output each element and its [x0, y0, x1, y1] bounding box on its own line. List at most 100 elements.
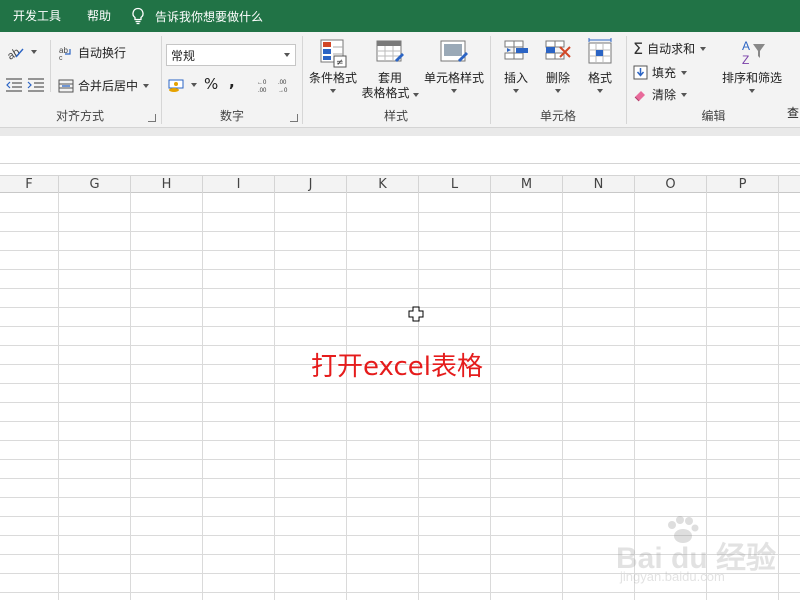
alignment-dialog-launcher[interactable]: [148, 114, 156, 122]
decimal-icons[interactable]: ←0 .00 .00 →0: [254, 77, 296, 93]
watermark-url: jingyan.baidu.com: [620, 569, 725, 584]
column-header[interactable]: P: [707, 176, 779, 193]
cell-cursor-icon: [408, 306, 424, 322]
grid-row-line: [0, 288, 800, 289]
svg-text:→0: →0: [278, 88, 288, 93]
clear-button[interactable]: 清除: [633, 86, 688, 103]
grid-column-line: [562, 193, 563, 600]
grid-row-line: [0, 421, 800, 422]
grid-row-line: [0, 326, 800, 327]
merge-center-button[interactable]: 合并后居中: [58, 77, 150, 94]
format-table-label-2: 表格格式: [361, 86, 410, 100]
format-cells-icon: [588, 38, 612, 64]
fill-button[interactable]: 填充: [633, 64, 688, 81]
orientation-button[interactable]: ab: [6, 44, 37, 60]
currency-icon: [168, 79, 184, 92]
grid-row-line: [0, 459, 800, 460]
cell-styles-icon: [440, 40, 468, 62]
merge-cells-icon: [58, 79, 74, 92]
grid-column-line: [202, 193, 203, 600]
grid-row-line: [0, 478, 800, 479]
column-header-bar: FGHIJKLMNOP: [0, 175, 800, 193]
column-header[interactable]: J: [275, 176, 347, 193]
grid-row-line: [0, 231, 800, 232]
svg-text:A: A: [742, 39, 750, 53]
fill-label: 填充: [652, 66, 677, 80]
conditional-format-button[interactable]: ≠ 条件格式: [306, 38, 360, 93]
grid-row-line: [0, 497, 800, 498]
insert-cells-icon: [504, 40, 528, 60]
number-format-select[interactable]: 常规: [166, 44, 296, 66]
formula-bar[interactable]: [0, 136, 800, 164]
delete-cells-icon: [545, 40, 571, 60]
group-label-number: 数字: [219, 109, 244, 123]
number-dialog-launcher[interactable]: [290, 114, 298, 122]
column-header[interactable]: O: [635, 176, 707, 193]
column-header[interactable]: G: [59, 176, 131, 193]
ribbon-gap: [0, 128, 800, 136]
ribbon-tab-bar: 开发工具 帮助 告诉我你想要做什么: [0, 0, 800, 32]
insert-cells-button[interactable]: 插入: [498, 38, 534, 93]
wrap-text-icon: ab c: [59, 46, 71, 61]
svg-text:.00: .00: [258, 88, 267, 93]
cell-styles-button[interactable]: 单元格样式: [421, 38, 487, 93]
group-label-cells: 单元格: [539, 109, 576, 123]
sort-filter-label: 排序和筛选: [721, 71, 782, 85]
lightbulb-icon: [132, 7, 144, 25]
grid-row-line: [0, 212, 800, 213]
indent-buttons: [4, 76, 48, 92]
column-header[interactable]: K: [347, 176, 419, 193]
tab-help[interactable]: 帮助: [74, 0, 124, 32]
format-as-table-button[interactable]: 套用 表格格式: [360, 38, 420, 101]
group-label-editing: 编辑: [701, 109, 726, 123]
sort-filter-button[interactable]: A Z 排序和筛选: [720, 38, 784, 93]
wrap-text-button[interactable]: ab c 自动换行: [58, 44, 126, 61]
insert-label: 插入: [503, 71, 528, 85]
clear-label: 清除: [652, 88, 677, 102]
find-select-button-partial[interactable]: 查: [787, 104, 799, 121]
svg-text:≠: ≠: [336, 58, 344, 68]
format-cells-button[interactable]: 格式: [582, 38, 618, 93]
ribbon: ab ab c 自动换行 合并后居中 对齐方式 数字 常规 % , ←0 .00…: [0, 32, 800, 128]
format-label: 格式: [587, 71, 612, 85]
svg-text:.00: .00: [278, 80, 287, 86]
column-header[interactable]: I: [203, 176, 275, 193]
tab-developer[interactable]: 开发工具: [0, 0, 74, 32]
autosum-label: 自动求和: [647, 42, 696, 56]
grid-column-line: [490, 193, 491, 600]
group-label-alignment: 对齐方式: [55, 109, 104, 123]
grid-row-line: [0, 440, 800, 441]
accounting-format-button[interactable]: [168, 77, 197, 93]
column-header[interactable]: N: [563, 176, 635, 193]
conditional-format-label: 条件格式: [308, 71, 357, 85]
decimal-buttons: ←0 .00 .00 →0: [254, 77, 296, 93]
svg-text:c: c: [59, 55, 63, 61]
watermark: Bai du 经验 jingyan.baidu.com: [612, 515, 798, 595]
text-orientation-icon: ab: [6, 46, 24, 60]
annotation-text: 打开excel表格: [311, 352, 483, 382]
wrap-text-label: 自动换行: [78, 46, 127, 60]
delete-label: 删除: [545, 71, 570, 85]
grid-column-line: [418, 193, 419, 600]
cell-styles-label: 单元格样式: [423, 71, 484, 85]
grid-row-line: [0, 383, 800, 384]
grid-row-line: [0, 269, 800, 270]
delete-cells-button[interactable]: 删除: [540, 38, 576, 93]
column-header[interactable]: F: [0, 176, 59, 193]
percent-style-button[interactable]: %: [204, 75, 218, 93]
comma-style-button[interactable]: ,: [229, 73, 235, 91]
indent-icons[interactable]: [4, 76, 48, 92]
svg-text:Z: Z: [742, 53, 749, 67]
column-header[interactable]: H: [131, 176, 203, 193]
column-header[interactable]: L: [419, 176, 491, 193]
tell-me-label: 告诉我你想要做什么: [155, 9, 264, 24]
number-format-value: 常规: [171, 48, 196, 63]
tell-me-search[interactable]: 告诉我你想要做什么: [130, 7, 263, 25]
grid-column-line: [346, 193, 347, 600]
grid-column-line: [274, 193, 275, 600]
column-header[interactable]: M: [491, 176, 563, 193]
fill-down-icon: [633, 65, 648, 80]
group-label-styles: 样式: [383, 109, 408, 123]
grid-column-line: [58, 193, 59, 600]
autosum-button[interactable]: Σ 自动求和: [633, 39, 707, 58]
